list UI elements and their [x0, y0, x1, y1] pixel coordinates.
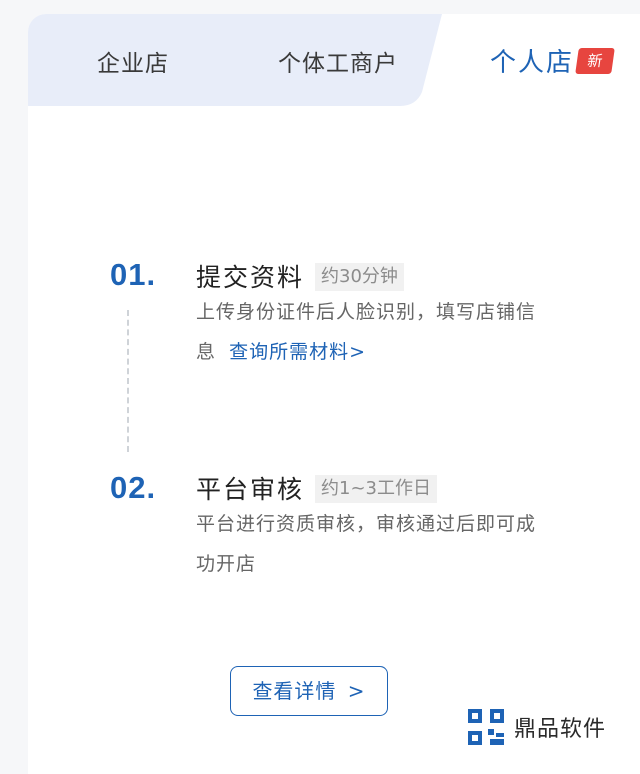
step-1-number: 01.: [110, 257, 157, 292]
step-2-description-line2: 功开店: [196, 553, 257, 575]
tab-personal-shop[interactable]: 个人店: [490, 42, 574, 79]
watermark: 鼎品软件: [466, 704, 606, 750]
shop-type-tabs: 企业店 个体工商户 个人店 新: [28, 14, 640, 114]
qr-logo-icon: [468, 709, 504, 745]
shop-type-card: 企业店 个体工商户 个人店 新 01. 提交资料 约30分钟 上传身份证件后人脸…: [28, 14, 640, 774]
view-details-label: 查看详情: [252, 679, 337, 703]
tab-individual-business[interactable]: 个体工商户: [278, 44, 398, 78]
step-1-time: 约30分钟: [315, 263, 404, 291]
step-2-description-line1: 平台进行资质审核，审核通过后即可成: [196, 513, 537, 535]
view-details-button[interactable]: 查看详情 >: [230, 666, 388, 716]
step-1-description: 上传身份证件后人脸识别，填写店铺信 息 查询所需材料>: [196, 292, 576, 372]
step-1-description-tail: 息: [196, 341, 217, 363]
step-connector: [127, 310, 129, 452]
required-materials-link[interactable]: 查询所需材料>: [229, 341, 366, 363]
step-1-title: 提交资料: [196, 263, 305, 292]
new-badge: 新: [575, 48, 615, 74]
step-2-number: 02.: [110, 470, 157, 505]
step-1-description-line2: 息 查询所需材料>: [196, 332, 576, 372]
chevron-right-icon: >: [347, 679, 366, 703]
watermark-text: 鼎品软件: [514, 717, 607, 742]
step-2-title: 平台审核: [196, 475, 305, 504]
step-1-description-line1: 上传身份证件后人脸识别，填写店铺信: [196, 301, 537, 323]
step-2-description: 平台进行资质审核，审核通过后即可成 功开店: [196, 504, 576, 584]
tab-enterprise[interactable]: 企业店: [97, 44, 169, 78]
step-2-time: 约1~3工作日: [315, 475, 437, 503]
